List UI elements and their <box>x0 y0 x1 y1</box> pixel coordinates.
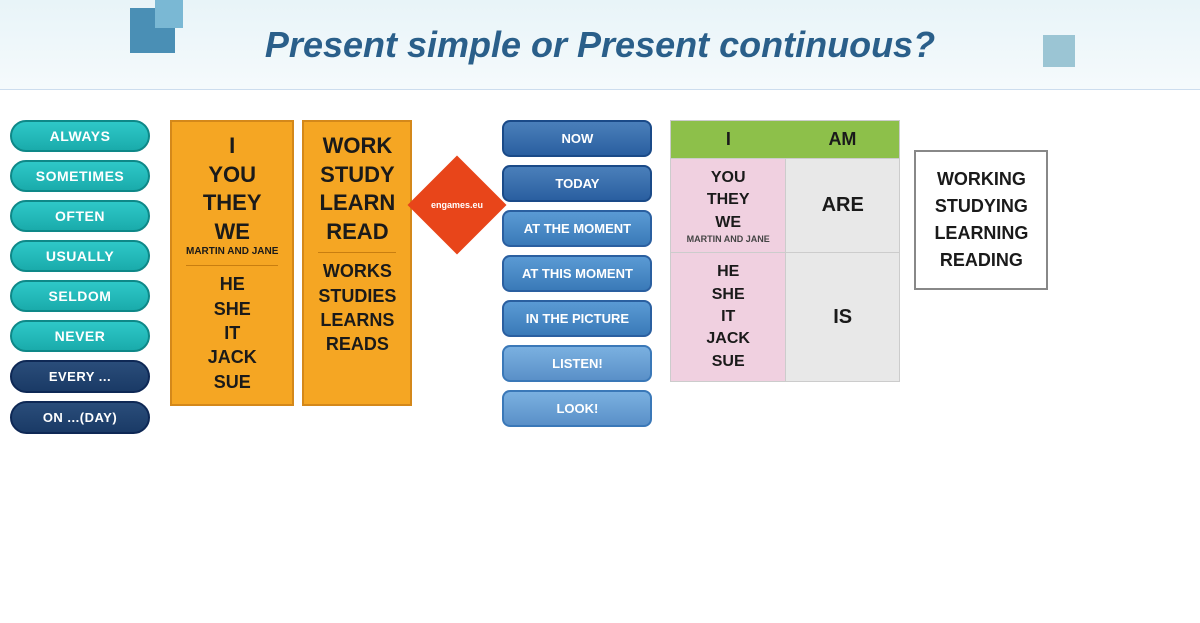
pronouns-sub: MARTIN AND JANE <box>186 246 278 257</box>
grammar-pronouns-you-they-we: YOUTHEYWE <box>681 167 775 234</box>
grammar-header-am: AM <box>785 121 899 158</box>
time-in-the-picture[interactable]: IN THE PICTURE <box>502 300 652 337</box>
diamond-area: engames.eu <box>422 170 492 240</box>
ing-verbs-list: WORKINGSTUDYINGLEARNINGREADING <box>934 166 1028 274</box>
grammar-pronouns-he-she-it: HESHEITJACKSUE <box>681 261 775 373</box>
adverb-often[interactable]: OFTEN <box>10 200 150 232</box>
pronoun-verb-area: IYOUTHEYWE MARTIN AND JANE HESHEITJACKSU… <box>170 120 412 406</box>
time-look[interactable]: LOOK! <box>502 390 652 427</box>
grammar-row2-left: HESHEITJACKSUE <box>671 252 786 381</box>
time-at-this-moment[interactable]: AT THIS MOMENT <box>502 255 652 292</box>
grammar-header-i: I <box>671 121 785 158</box>
grammar-header-row: I AM <box>671 121 899 158</box>
grammar-row1-left: YOUTHEYWE MARTIN AND JANE <box>671 158 786 252</box>
diamond-shape: engames.eu <box>408 156 507 255</box>
grammar-body-row2: HESHEITJACKSUE IS <box>671 252 899 381</box>
pronouns-bottom: HESHEITJACKSUE <box>186 272 278 393</box>
adverb-on-day[interactable]: ON ...(DAY) <box>10 401 150 434</box>
time-expressions: NOW TODAY AT THE MOMENT AT THIS MOMENT I… <box>502 120 652 427</box>
grammar-row2-right: IS <box>786 252 900 381</box>
adverb-never[interactable]: NEVER <box>10 320 150 352</box>
time-now[interactable]: NOW <box>502 120 652 157</box>
grammar-verb-are: ARE <box>796 167 890 244</box>
ing-verbs-box: WORKINGSTUDYINGLEARNINGREADING <box>914 150 1048 290</box>
deco-right <box>1043 35 1075 67</box>
main-content: ALWAYS SOMETIMES OFTEN USUALLY SELDOM NE… <box>0 90 1200 623</box>
adverb-seldom[interactable]: SELDOM <box>10 280 150 312</box>
sidebar-adverbs: ALWAYS SOMETIMES OFTEN USUALLY SELDOM NE… <box>10 120 150 434</box>
verbs-box: WORKSTUDYLEARNREAD WORKSSTUDIESLEARNSREA… <box>302 120 412 406</box>
adverb-every[interactable]: EVERY ... <box>10 360 150 393</box>
time-today[interactable]: TODAY <box>502 165 652 202</box>
pronouns-top: IYOUTHEYWE <box>186 132 278 246</box>
adverb-always[interactable]: ALWAYS <box>10 120 150 152</box>
grammar-verb-is: IS <box>796 261 890 373</box>
time-at-the-moment[interactable]: AT THE MOMENT <box>502 210 652 247</box>
deco-left-small <box>155 0 183 28</box>
time-listen[interactable]: LISTEN! <box>502 345 652 382</box>
page-title: Present simple or Present continuous? <box>265 24 935 66</box>
header: Present simple or Present continuous? <box>0 0 1200 90</box>
adverb-sometimes[interactable]: SOMETIMES <box>10 160 150 192</box>
grammar-row1-right: ARE <box>786 158 900 252</box>
verbs-bottom: WORKSSTUDIESLEARNSREADS <box>318 259 396 356</box>
grammar-row1-sub: MARTIN AND JANE <box>681 234 775 244</box>
adverb-usually[interactable]: USUALLY <box>10 240 150 272</box>
grammar-body-row1: YOUTHEYWE MARTIN AND JANE ARE <box>671 158 899 252</box>
verbs-top: WORKSTUDYLEARNREAD <box>318 132 396 246</box>
pronouns-box: IYOUTHEYWE MARTIN AND JANE HESHEITJACKSU… <box>170 120 294 406</box>
grammar-table: I AM YOUTHEYWE MARTIN AND JANE ARE HESHE… <box>670 120 900 382</box>
diamond-label: engames.eu <box>431 200 483 210</box>
